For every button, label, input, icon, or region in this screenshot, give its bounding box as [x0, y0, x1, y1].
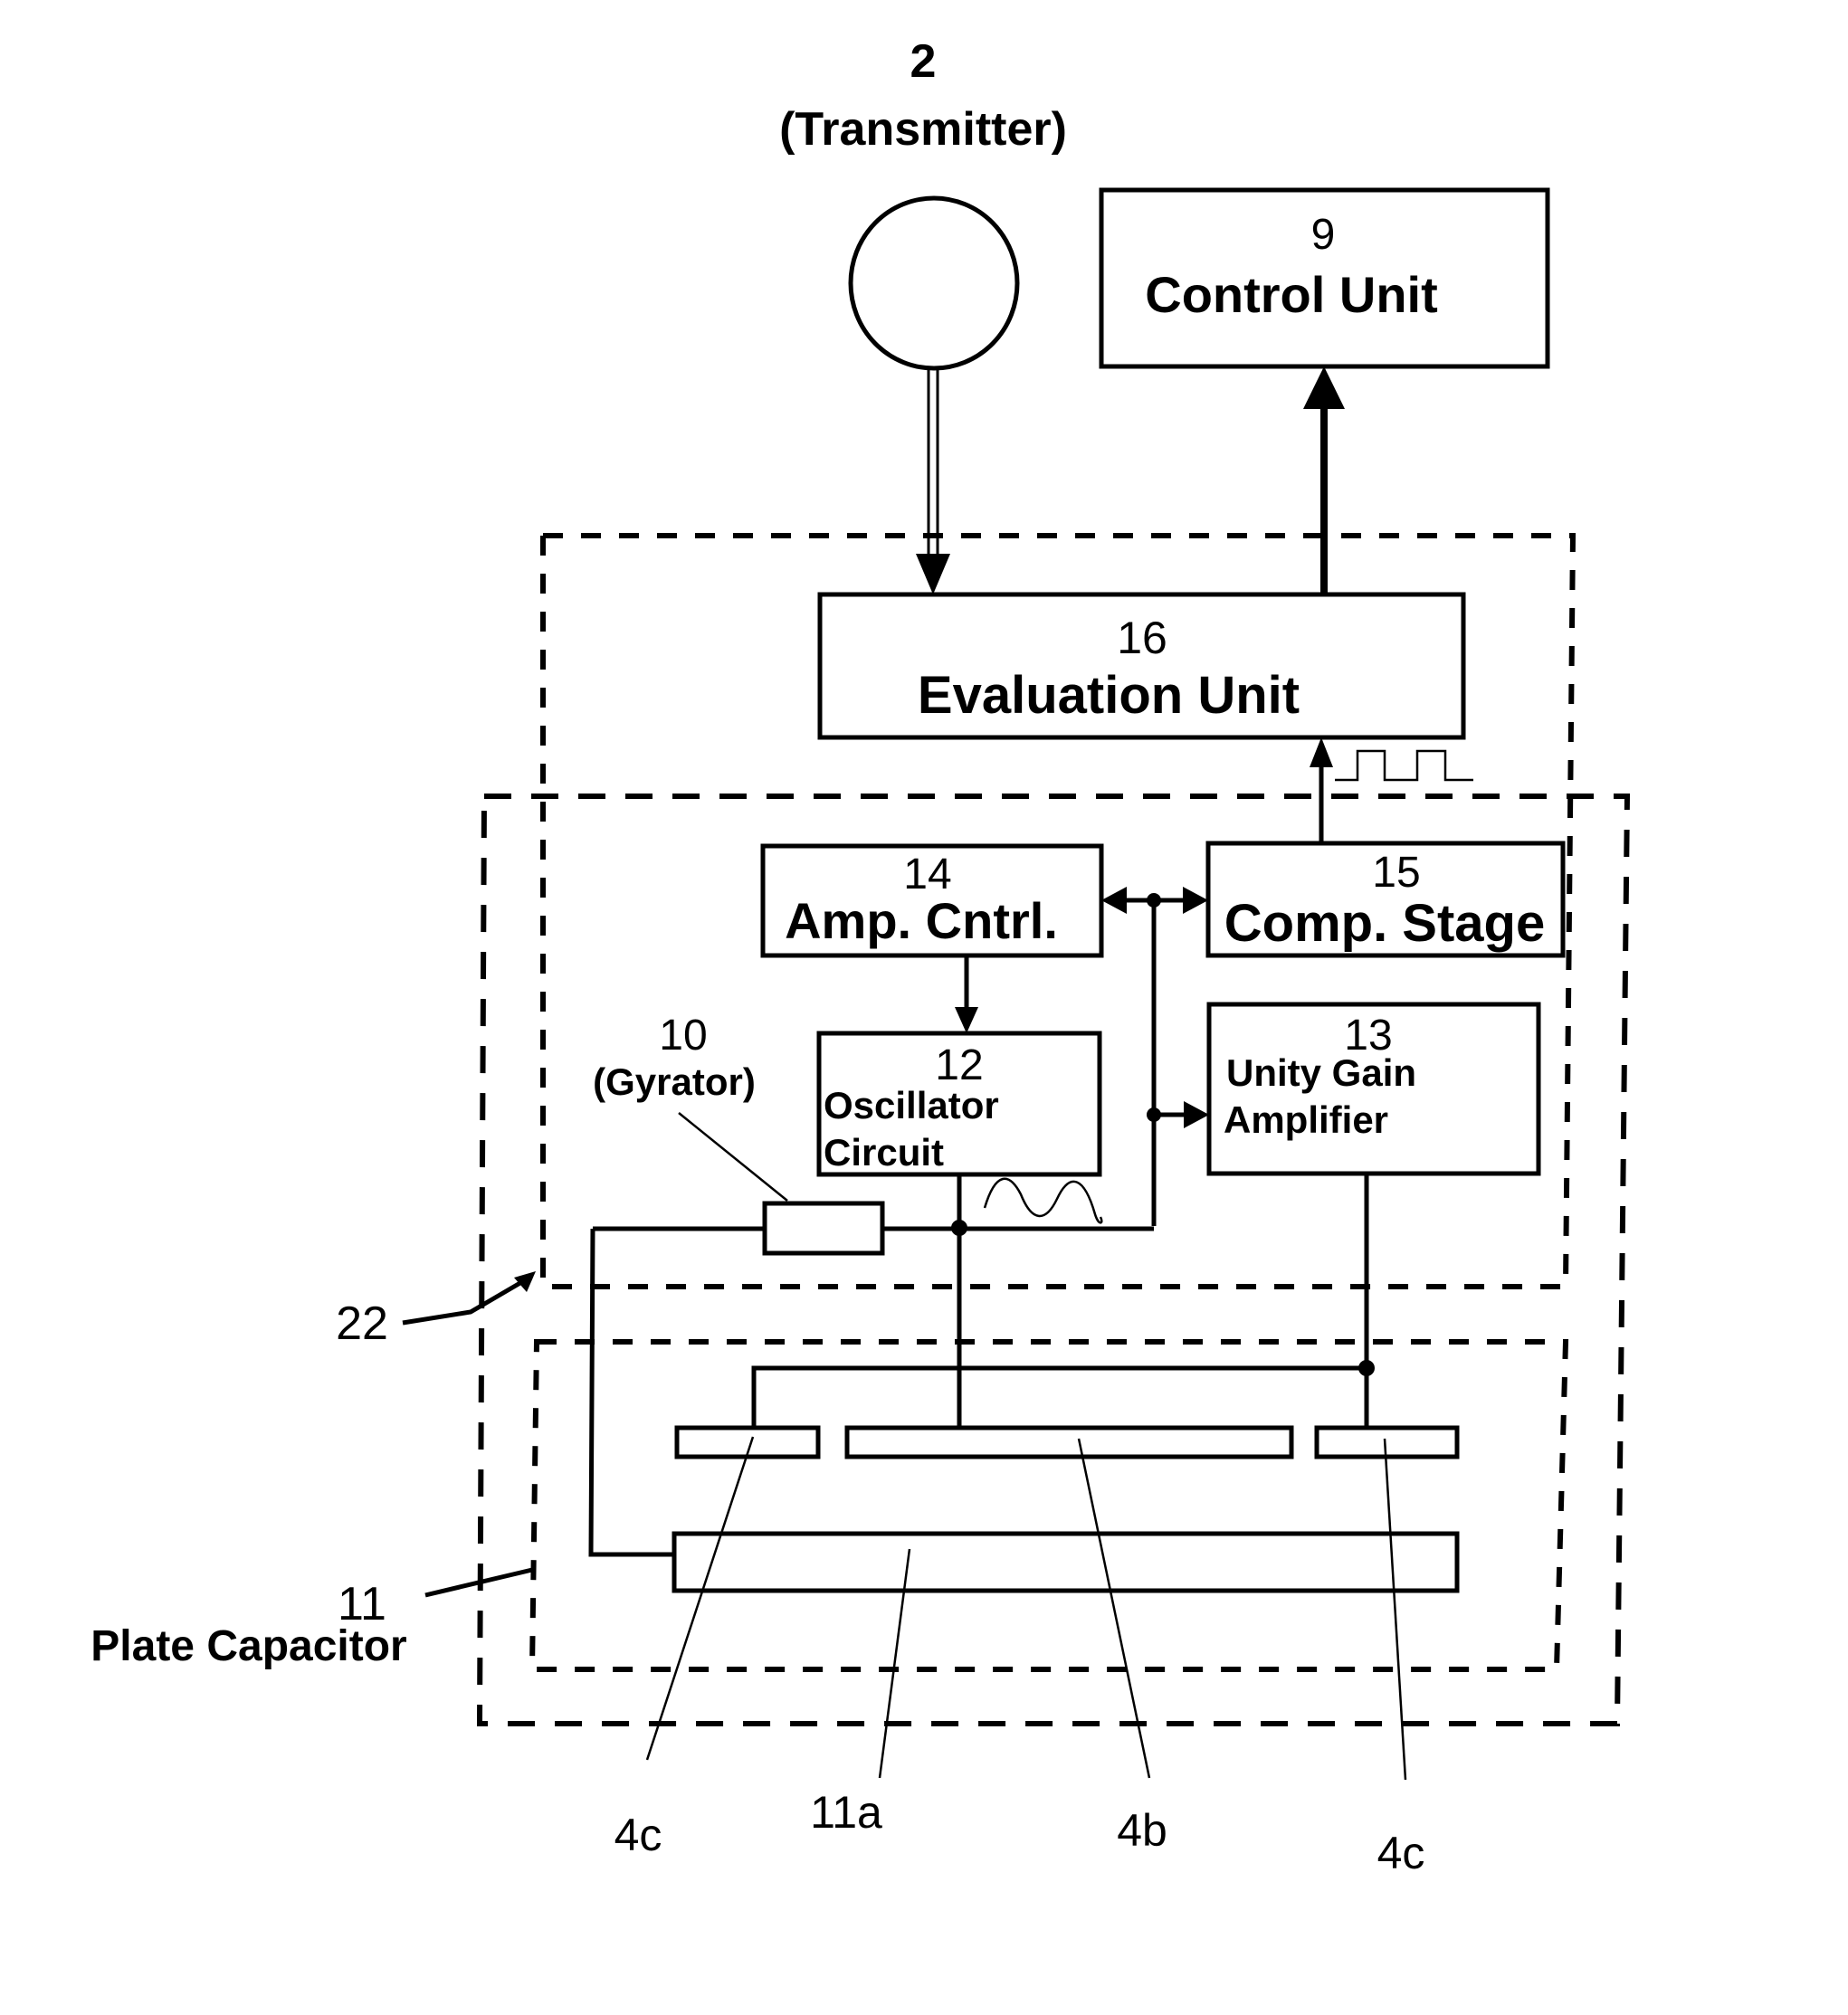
housing-22-leader [402, 1275, 531, 1326]
housing-22-number: 22 [336, 1297, 388, 1350]
gyrator-label: (Gyrator) [593, 1060, 756, 1103]
unity-gain-label-2: Amplifier [1224, 1098, 1388, 1141]
plate-capacitor-dashed [529, 1339, 1569, 1672]
evaluation-unit-number: 16 [1117, 613, 1167, 663]
comp-bus-arrow-icon [1183, 887, 1208, 914]
amp-to-osc-arrow-icon [955, 1007, 978, 1033]
unity-input-arrow-icon [1184, 1101, 1209, 1128]
eval-to-control-arrow-icon [1303, 366, 1345, 409]
label-4b: 4b [1117, 1805, 1167, 1856]
gyrator-number: 10 [659, 1012, 707, 1060]
plate-capacitor-label: Plate Capacitor [90, 1622, 406, 1670]
leader-left-4c [645, 1436, 755, 1761]
transmitter-circle [848, 195, 1020, 371]
osc-junction [951, 1220, 967, 1236]
amp-bus-arrow-icon [1101, 887, 1127, 914]
sine-wave-icon [983, 1177, 1103, 1224]
comp-to-eval-arrow-icon [1310, 737, 1333, 767]
gyrator-resistor [762, 1201, 885, 1256]
transmitter-label: (Transmitter) [779, 103, 1067, 156]
transmitter-arrow-icon [916, 554, 950, 594]
label-11a: 11a [810, 1787, 882, 1838]
evaluation-unit-label: Evaluation Unit [918, 666, 1300, 725]
right-electrode-4c [1314, 1425, 1460, 1459]
oscillator-label-1: Oscillator [824, 1084, 999, 1126]
gyrator-leader-line [678, 1112, 788, 1202]
leader-4b [1077, 1438, 1151, 1779]
center-electrode-4b [844, 1425, 1294, 1459]
label-right-4c: 4c [1377, 1828, 1425, 1878]
control-unit-number: 9 [1311, 211, 1336, 259]
oscillator-label-2: Circuit [824, 1131, 944, 1174]
leader-right-4c [1383, 1438, 1407, 1781]
control-unit-label: Control Unit [1145, 266, 1437, 323]
oscillator-number: 12 [935, 1041, 983, 1089]
comp-stage-number: 15 [1372, 849, 1420, 897]
label-left-4c: 4c [614, 1810, 662, 1860]
block-diagram: 2 (Transmitter) 9 Control Unit 16 Evalua… [90, 35, 1631, 1878]
amp-control-label: Amp. Cntrl. [785, 892, 1058, 949]
housing-22-arrow-icon [514, 1271, 536, 1292]
gyrator-to-bottom-plate-wire [588, 1228, 674, 1557]
comp-stage-label: Comp. Stage [1224, 894, 1546, 953]
transmitter-number: 2 [910, 35, 937, 88]
unity-gain-label-1: Unity Gain [1226, 1051, 1416, 1094]
square-wave-icon [1335, 749, 1473, 782]
side-electrode-bridge-wire [751, 1365, 1367, 1428]
bottom-plate-11a [672, 1531, 1460, 1593]
